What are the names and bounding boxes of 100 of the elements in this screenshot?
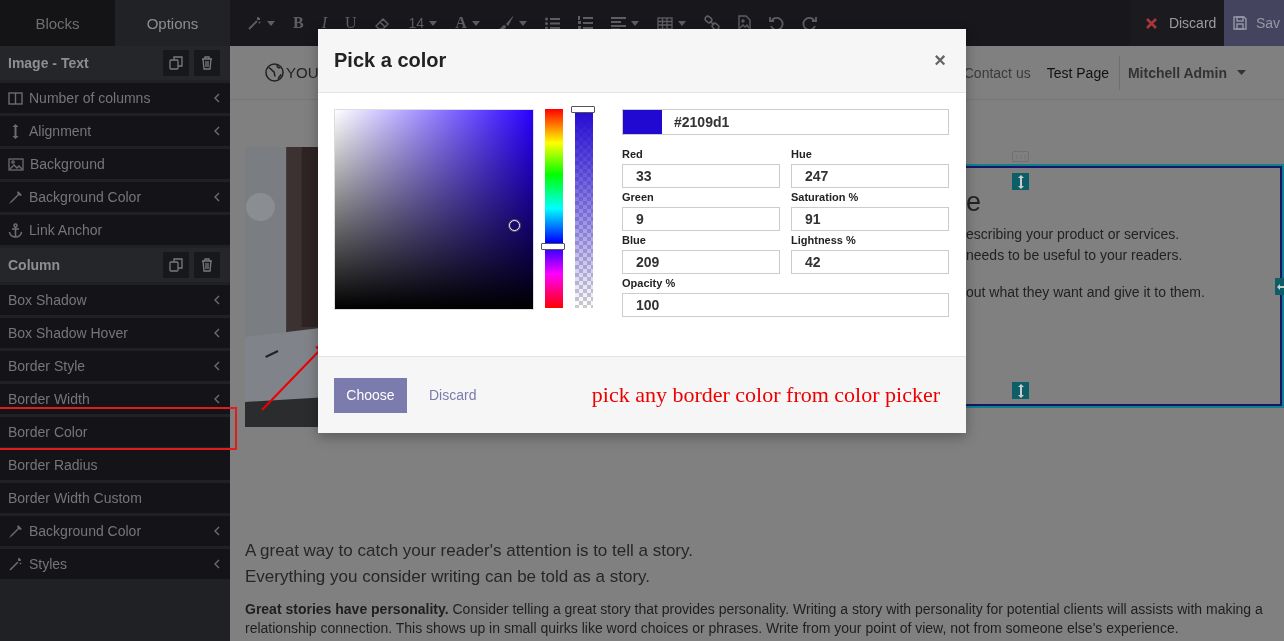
magic-wand-icon [8,556,23,572]
option-item[interactable]: Border Radius [0,450,230,480]
trash-icon [201,56,213,70]
option-label: Box Shadow Hover [8,325,129,341]
number-field[interactable]: 247 [791,164,949,188]
numbered-list-icon [577,16,593,30]
option-label: Alignment [29,123,93,139]
field-label: Opacity % [622,276,677,290]
number-field[interactable]: 91 [791,207,949,231]
field-label: Blue [622,233,647,247]
duplicate-button[interactable] [163,50,189,76]
option-label: Box Shadow [8,292,88,308]
story-paragraph: Great stories have personality. Consider telling a great story that provides personality. Writing a story with personality for potential clients will assists with making a relationship connection. This shows up in small quirks like word choices or phrases. Write from your point of view, not from someone else's experience. [245,600,1264,638]
choose-button[interactable]: Choose [334,377,407,413]
option-item[interactable]: Alignment [0,116,230,146]
option-label: Border Radius [8,457,99,473]
nav-link[interactable]: Contact us [963,64,1031,81]
annotation-note: pick any border color from color picker [591,382,940,408]
option-item[interactable]: Background [0,149,230,179]
eyedropper-icon [8,523,23,539]
bullet-list-icon [544,16,560,30]
option-item[interactable]: Styles [0,549,230,579]
close-button[interactable]: × [930,49,950,72]
eyedropper-icon [8,189,23,205]
redo-icon [801,15,817,31]
caret-icon [1237,70,1246,75]
option-label: Background Color [29,189,143,205]
sidebar-tab[interactable]: Blocks [0,0,115,46]
number-field[interactable]: 100 [622,293,949,317]
globe-icon [265,63,284,82]
hue-handle[interactable] [541,243,565,251]
fontcolor-tool[interactable]: A [448,8,487,38]
option-label: Border Width [8,391,91,407]
option-item[interactable]: Border Width Custom [0,483,230,513]
link-icon [703,15,720,31]
color-swatch [623,110,662,134]
align-icon [610,16,626,30]
anchor-icon [8,222,23,238]
option-item[interactable]: Background Color [0,516,230,546]
magic-wand-icon [247,15,262,31]
user-menu[interactable]: Mitchell Admin [1127,64,1246,81]
option-item[interactable]: Number of columns [0,83,230,113]
field-label: Red [622,147,644,161]
option-label: Background Color [29,523,143,539]
underline-tool[interactable]: U [338,8,364,38]
undo-icon [768,15,784,31]
snippet-text: escribing your product or services. [966,225,1180,244]
italic-tool[interactable]: I [314,8,334,38]
hex-field[interactable]: #2109d1 [622,109,949,135]
opacity-handle[interactable] [571,106,595,113]
delete-button[interactable] [194,252,220,278]
section-title: Column [8,257,62,273]
discard-link[interactable]: Discard [429,387,477,403]
image-file-icon [737,15,751,31]
field-label: Lightness % [791,233,857,247]
dialog-title: Pick a color [334,49,448,72]
field-label: Green [622,190,655,204]
brand-name: YOU [286,64,319,81]
table-icon [656,16,673,30]
lead-text: A great way to catch your reader's attention is to tell a story. [245,540,694,562]
option-item[interactable]: Border Style [0,351,230,381]
field-label: Hue [791,147,813,161]
option-label: Styles [29,556,69,572]
delete-button[interactable] [194,50,220,76]
option-label: Border Style [8,358,87,374]
nav-link[interactable]: Test Page [1046,64,1109,81]
trash-icon [201,258,213,272]
resize-handle[interactable] [1012,382,1029,399]
duplicate-button[interactable] [163,252,189,278]
number-field[interactable]: 9 [622,207,780,231]
save-button[interactable]: Sav [1223,0,1284,46]
option-item[interactable]: Link Anchor [0,215,230,245]
bold-tool[interactable]: B [286,8,311,38]
image-icon [8,157,24,171]
number-field[interactable]: 209 [622,250,780,274]
snippet-heading: e [966,186,982,218]
option-item[interactable]: Box Shadow [0,285,230,315]
up-down-arrow-icon [1017,174,1024,189]
lead-text: Everything you consider writing can be told as a story. [245,566,652,588]
option-label: Background [30,156,106,172]
up-down-arrow-icon [1017,383,1024,398]
option-label: Number of columns [29,90,152,106]
option-label: Border Width Custom [8,490,143,506]
number-field[interactable]: 42 [791,250,949,274]
saturation-area[interactable] [334,109,534,310]
option-item[interactable]: Border Width [0,384,230,414]
snippet-text: needs to be useful to your readers. [966,246,1183,265]
eraser-icon [374,16,391,30]
copy-icon [169,56,183,70]
option-item[interactable]: Background Color [0,182,230,212]
size-tool[interactable]: 14 [401,8,445,38]
option-item[interactable]: Box Shadow Hover [0,318,230,348]
number-field[interactable]: 33 [622,164,780,188]
resize-handle[interactable] [1012,173,1029,190]
close-icon [1145,17,1157,29]
section-title: Image - Text [8,55,90,71]
option-item[interactable]: Border Color [0,417,230,447]
snippet-text: out what they want and give it to them. [966,283,1205,302]
brush-icon [497,15,514,31]
copy-icon [169,258,183,272]
